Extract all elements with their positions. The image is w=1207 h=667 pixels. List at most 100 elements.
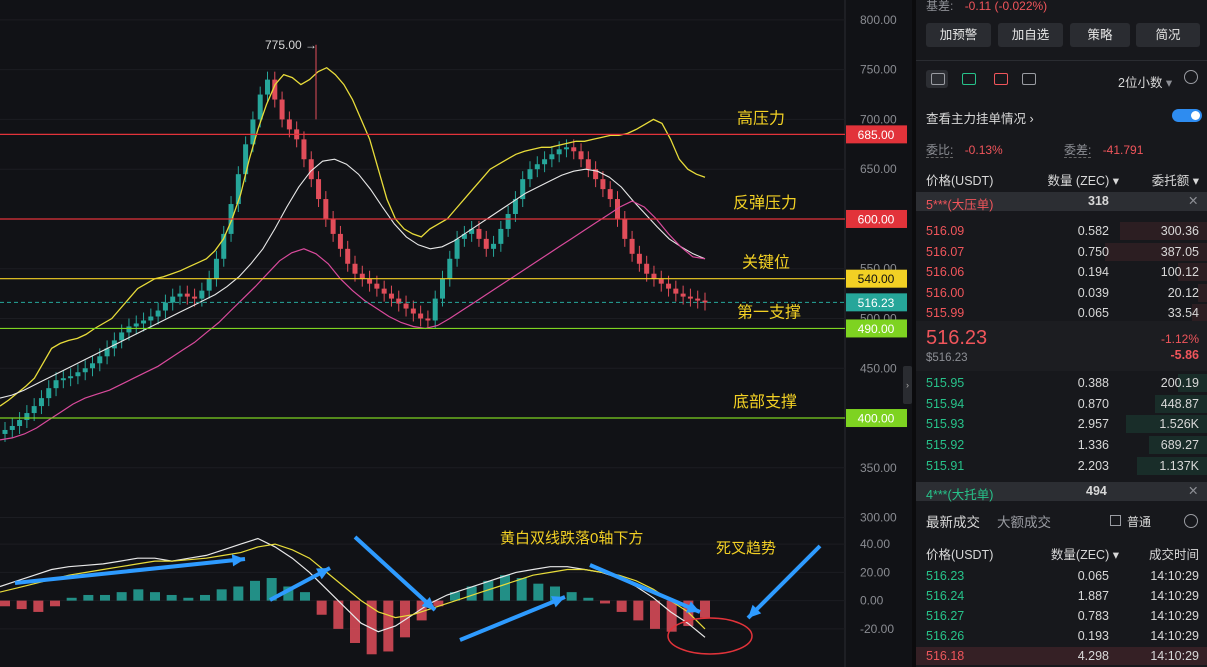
- trade-time: 14:10:29: [1150, 629, 1199, 643]
- trade-row[interactable]: 516.23 0.065 14:10:29: [916, 566, 1207, 585]
- candle-body: [126, 326, 132, 333]
- price-tick-label: 450.00: [860, 361, 897, 375]
- big-bid-row[interactable]: 4***(大托单) 494 ✕: [916, 482, 1207, 502]
- bid-amount: 448.87: [1160, 396, 1199, 411]
- tab-large-trades[interactable]: 大额成交: [997, 511, 1051, 531]
- macd-tick-label: -20.00: [860, 622, 894, 636]
- book-bids-icon[interactable]: [962, 73, 976, 85]
- trade-qty: 0.065: [1077, 569, 1109, 583]
- add-watchlist-button[interactable]: 加自选: [998, 23, 1063, 47]
- macd-hist-bar: [616, 600, 627, 612]
- gear-icon[interactable]: [1184, 70, 1198, 84]
- macd-hist-bar: [150, 592, 160, 601]
- candle-body: [213, 258, 219, 279]
- book-depth-icon[interactable]: [1022, 73, 1036, 85]
- candle-body: [381, 288, 387, 294]
- ask-row[interactable]: 516.00 0.039 20.12: [916, 283, 1207, 303]
- bid-row[interactable]: 515.95 0.388 200.19: [916, 373, 1207, 393]
- close-bid-icon[interactable]: ✕: [1188, 483, 1198, 498]
- macd-tick-label: 40.00: [860, 537, 890, 551]
- close-icon[interactable]: ✕: [1188, 193, 1198, 208]
- macd-hist-bar: [216, 589, 227, 601]
- macd-hist-bar: [316, 600, 327, 615]
- price-tick-label: 800.00: [860, 13, 897, 27]
- candle-body: [31, 406, 37, 414]
- candle-body: [651, 273, 657, 279]
- ask-row[interactable]: 516.09 0.582 300.36: [916, 221, 1207, 241]
- normal-checkbox[interactable]: [1110, 515, 1121, 526]
- decimals-select[interactable]: 2位小数 ▾: [1118, 72, 1172, 91]
- macd-tick-label: 0.00: [860, 594, 884, 608]
- macd-hist-bar: [650, 600, 660, 629]
- candle-body: [119, 332, 125, 341]
- ask-qty: 0.750: [1077, 244, 1109, 259]
- add-alert-button[interactable]: 加预警: [926, 23, 991, 47]
- collapse-handle[interactable]: ›: [903, 366, 912, 404]
- bid-row[interactable]: 515.92 1.336 689.27: [916, 435, 1207, 455]
- candle-body: [316, 179, 322, 200]
- level-annotation: 第一支撑: [737, 303, 801, 321]
- candle-body: [440, 278, 445, 299]
- main-orders-link[interactable]: 查看主力挂单情况 ›: [926, 108, 1034, 127]
- price-tick-label: 750.00: [860, 63, 897, 77]
- trade-row[interactable]: 516.18 4.298 14:10:29: [916, 646, 1207, 665]
- trade-row[interactable]: 516.24 1.887 14:10:29: [916, 586, 1207, 605]
- bid-price: 515.93: [926, 417, 965, 432]
- trade-price: 516.18: [926, 649, 965, 663]
- trade-row[interactable]: 516.27 0.783 14:10:29: [916, 606, 1207, 625]
- candle-body: [578, 151, 584, 160]
- ask-price: 516.06: [926, 265, 965, 279]
- macd-hist-bar: [33, 600, 44, 612]
- trades-settings-icon[interactable]: [1184, 514, 1198, 528]
- macd-hist-bar: [533, 583, 544, 601]
- main-orders-toggle[interactable]: [1172, 109, 1202, 122]
- level-annotation: 关键位: [742, 254, 790, 272]
- candle-body: [148, 316, 154, 321]
- candle-body: [418, 313, 424, 319]
- trades-header-qty[interactable]: 数量(ZEC) ▾: [1031, 544, 1119, 563]
- overview-button[interactable]: 简况: [1136, 23, 1200, 47]
- macd-hist-bar: [66, 597, 77, 601]
- strategy-button[interactable]: 策略: [1070, 23, 1130, 47]
- candle-body: [337, 233, 343, 249]
- bid-row[interactable]: 515.94 0.870 448.87: [916, 394, 1207, 414]
- macd-hist-bar: [100, 594, 110, 601]
- trade-row[interactable]: 516.26 0.193 14:10:29: [916, 626, 1207, 645]
- big-bid-label: 4***(大托单): [926, 488, 994, 502]
- candle-body: [24, 413, 30, 421]
- big-ask-row[interactable]: 5***(大压单) 318 ✕: [916, 192, 1207, 212]
- macd-hist-bar: [183, 597, 194, 601]
- candle-body: [542, 159, 548, 165]
- ask-price: 516.07: [926, 244, 965, 259]
- candle-body: [483, 238, 489, 249]
- price-chart[interactable]: 800.00750.00700.00650.00600.00550.00500.…: [0, 0, 912, 667]
- price-tick-label: 300.00: [860, 511, 897, 525]
- book-asks-icon[interactable]: [994, 73, 1008, 85]
- trade-time: 14:10:29: [1150, 569, 1199, 583]
- ask-qty: 0.582: [1077, 224, 1109, 238]
- candle-body: [687, 296, 693, 299]
- candle-body: [2, 429, 8, 434]
- chevron-right-icon: ›: [1026, 112, 1034, 126]
- candle-body: [68, 376, 74, 379]
- macd-hist-bar: [16, 600, 27, 610]
- candle-body: [498, 228, 504, 244]
- candle-body: [629, 238, 635, 254]
- macd-annotation: 黄白双线跌落0轴下方: [500, 530, 643, 547]
- candle-body: [695, 298, 701, 301]
- book-header: 价格(USDT) 数量 (ZEC) ▾ 委托额 ▾: [926, 170, 1199, 189]
- macd-hist-bar: [166, 594, 177, 601]
- bid-qty: 0.388: [1077, 376, 1109, 390]
- decimals-value: 2位小数: [1118, 76, 1163, 90]
- book-header-amount[interactable]: 委托额 ▾: [1119, 170, 1199, 189]
- bid-row[interactable]: 515.93 2.957 1.526K: [916, 414, 1207, 434]
- ask-price: 516.00: [926, 285, 965, 300]
- ask-price: 515.99: [926, 306, 965, 320]
- ask-row[interactable]: 516.07 0.750 387.05: [916, 242, 1207, 262]
- book-header-qty[interactable]: 数量 (ZEC) ▾: [1031, 170, 1119, 189]
- bid-row[interactable]: 515.91 2.203 1.137K: [916, 456, 1207, 476]
- ask-row[interactable]: 515.99 0.065 33.54: [916, 303, 1207, 323]
- tab-latest-trades[interactable]: 最新成交: [926, 511, 980, 531]
- ask-row[interactable]: 516.06 0.194 100.12: [916, 262, 1207, 282]
- last-price-usd: $516.23: [926, 352, 968, 364]
